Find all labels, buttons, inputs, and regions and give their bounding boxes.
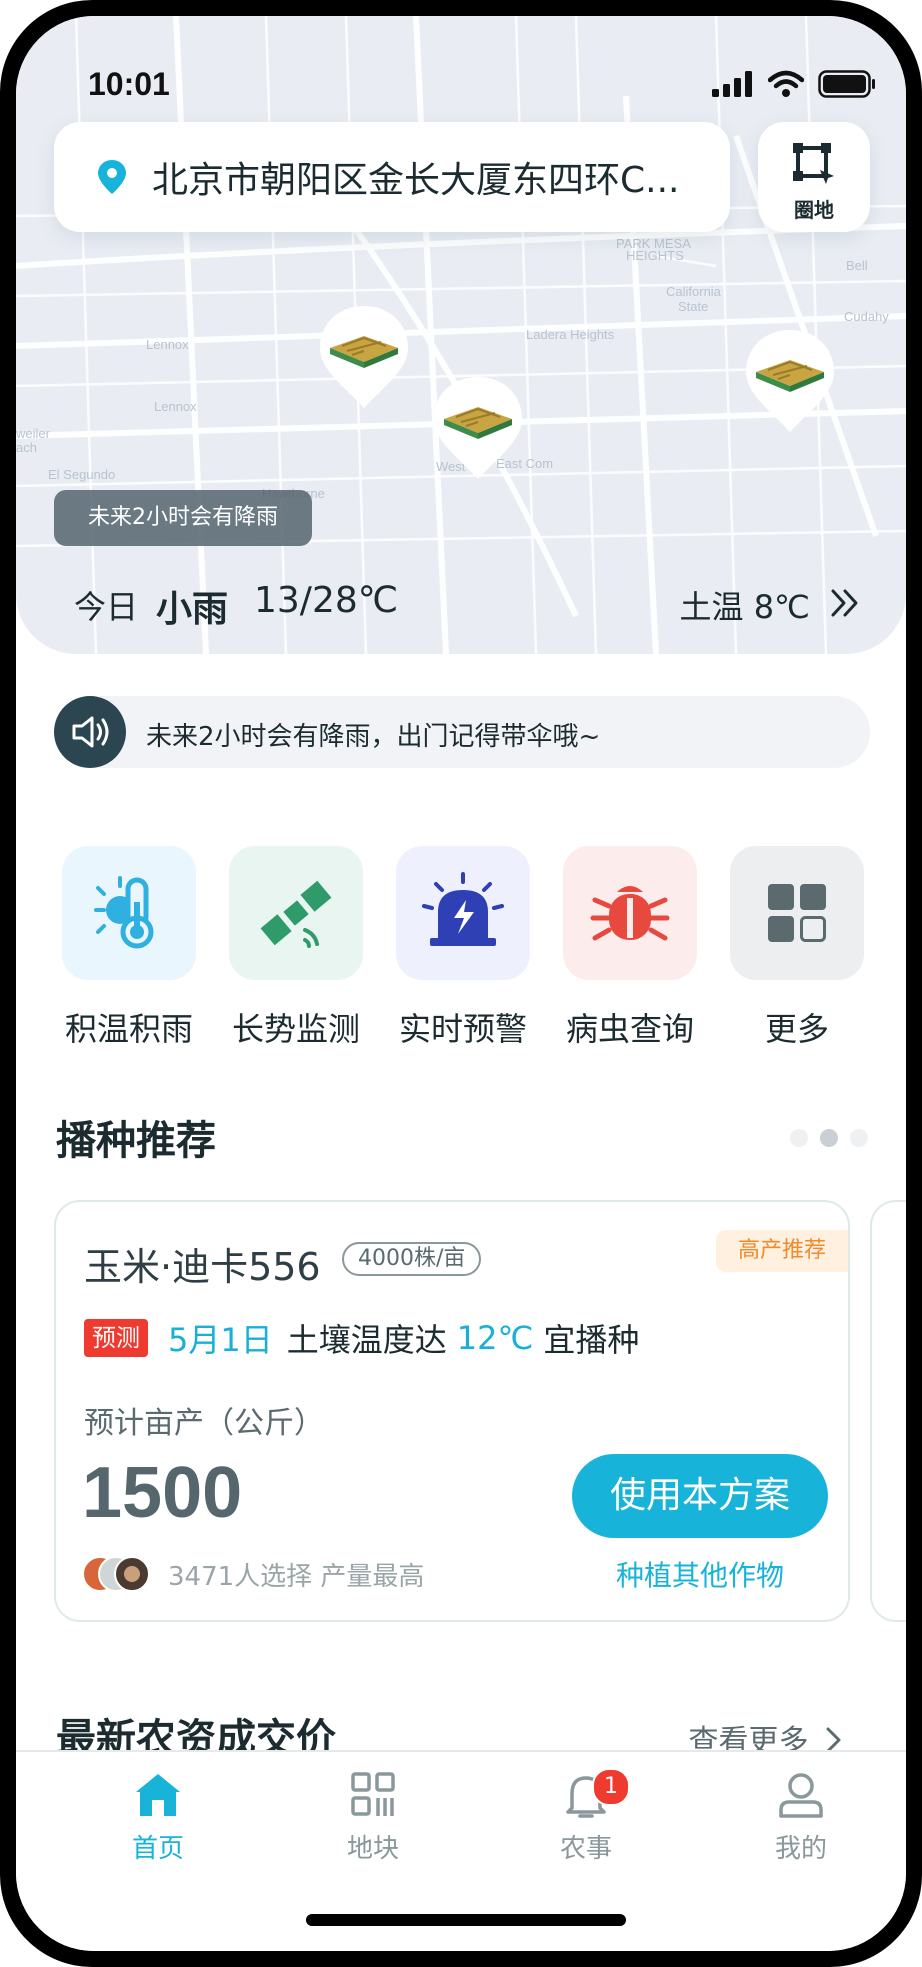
svg-text:HEIGHTS: HEIGHTS	[626, 248, 684, 263]
phone-frame: Lennox Lennox Ladera Heights California …	[0, 0, 922, 1967]
svg-text:ach: ach	[16, 440, 37, 455]
plots-icon	[351, 1772, 395, 1816]
sowing-date: 5月1日	[168, 1321, 273, 1359]
tab-profile[interactable]: 我的	[741, 1770, 861, 1865]
weather-condition: 小雨	[156, 589, 229, 630]
battery-icon	[818, 70, 875, 98]
notice-bar[interactable]: 未来2小时会有降雨，出门记得带伞哦~	[54, 696, 870, 768]
svg-text:Ladera Heights: Ladera Heights	[526, 327, 615, 342]
draw-field-button[interactable]: 圈地	[758, 122, 870, 232]
tool-more[interactable]: 更多	[730, 846, 864, 1050]
weather-summary[interactable]: 今日 小雨 13/28℃ 土温 8℃	[16, 576, 906, 636]
speaker-icon	[54, 696, 126, 768]
tool-pest-query[interactable]: 病虫查询	[563, 846, 697, 1050]
location-address: 北京市朝阳区金长大厦东四环C...	[152, 160, 680, 201]
weather-temperature: 13/28℃	[254, 580, 399, 621]
tab-home[interactable]: 首页	[98, 1770, 218, 1865]
yield-label: 预计亩产（公斤）	[84, 1406, 324, 1441]
draw-area-icon	[793, 143, 834, 184]
draw-field-label: 圈地	[794, 198, 834, 222]
svg-text:El Segundo: El Segundo	[48, 467, 115, 482]
prediction-tag: 预测	[84, 1319, 148, 1357]
signal-icon	[712, 71, 752, 97]
next-recommendation-card-peek[interactable]	[870, 1200, 906, 1622]
status-bar: 10:01	[16, 16, 906, 126]
wifi-icon	[768, 70, 804, 97]
home-icon	[136, 1774, 180, 1816]
tab-plots[interactable]: 地块	[313, 1770, 433, 1865]
svg-text:weiler: weiler	[16, 426, 51, 441]
svg-text:Lennox: Lennox	[154, 399, 197, 414]
field-marker-icon	[746, 330, 834, 432]
satellite-icon	[229, 846, 363, 980]
crop-variety: 玉米·迪卡556	[84, 1245, 321, 1289]
tool-label: 积温积雨	[64, 1010, 193, 1048]
field-marker-icon	[434, 377, 522, 479]
soil-temperature: 土温 8℃	[679, 588, 810, 626]
sowing-section-title: 播种推荐	[56, 1118, 216, 1164]
sowing-advice: 宜播种	[543, 1321, 640, 1359]
svg-text:Cudahy: Cudahy	[844, 309, 889, 324]
tab-label: 我的	[774, 1834, 827, 1864]
profile-icon	[779, 1773, 823, 1818]
tool-accumulated-temp-rain[interactable]: 积温积雨	[62, 846, 196, 1050]
alarm-siren-icon	[396, 846, 530, 980]
svg-text:California: California	[666, 284, 722, 299]
tool-growth-monitoring[interactable]: 长势监测	[229, 846, 363, 1050]
tab-label: 地块	[346, 1834, 399, 1864]
tool-realtime-alert[interactable]: 实时预警	[396, 846, 530, 1050]
yield-value: 1500	[82, 1453, 243, 1533]
page-dot[interactable]	[790, 1129, 808, 1147]
sowing-prediction: 预测 5月1日 土壤温度达 12℃ 宜播种	[84, 1318, 640, 1359]
tab-label: 农事	[559, 1834, 612, 1864]
field-marker-icon	[320, 306, 408, 408]
status-time: 10:01	[88, 66, 170, 102]
grid-more-icon	[730, 846, 864, 980]
field-marker[interactable]	[316, 302, 412, 412]
page-dot-active[interactable]	[820, 1129, 838, 1147]
sowing-recommendation-card[interactable]: 玉米·迪卡556 4000株/亩 高产推荐 预测 5月1日 土壤温度达 12℃ …	[54, 1200, 850, 1622]
double-chevron-right-icon[interactable]	[828, 586, 862, 620]
soil-temperature-target: 12℃	[456, 1319, 534, 1357]
map-view[interactable]: Lennox Lennox Ladera Heights California …	[16, 16, 906, 654]
status-icons	[712, 70, 876, 98]
bug-icon	[563, 846, 697, 980]
soil-condition-text: 土壤温度达	[286, 1321, 447, 1359]
location-search-bar[interactable]: 北京市朝阳区金长大厦东四环C...	[54, 122, 730, 232]
page-dot[interactable]	[850, 1129, 868, 1147]
selection-count: 3471人选择 产量最高	[168, 1562, 425, 1592]
tab-label: 首页	[131, 1834, 184, 1864]
svg-text:State: State	[678, 299, 708, 314]
home-indicator[interactable]	[306, 1914, 626, 1926]
use-plan-button[interactable]: 使用本方案	[572, 1454, 828, 1538]
rain-forecast-tip: 未来2小时会有降雨	[54, 490, 312, 546]
tool-label: 长势监测	[231, 1010, 360, 1048]
location-pin-icon	[98, 160, 126, 194]
weather-day: 今日	[74, 588, 139, 626]
notification-badge: 1	[592, 1768, 630, 1806]
field-marker[interactable]	[742, 326, 838, 436]
tool-label: 病虫查询	[565, 1010, 694, 1048]
tool-label: 更多	[764, 1010, 829, 1048]
carousel-pagination[interactable]	[790, 1129, 868, 1147]
field-marker[interactable]	[430, 373, 526, 483]
tab-farm-work[interactable]: 1 农事	[526, 1768, 646, 1865]
notice-text: 未来2小时会有降雨，出门记得带伞哦~	[146, 722, 601, 752]
svg-text:Bell: Bell	[846, 258, 868, 273]
high-yield-tag: 高产推荐	[716, 1230, 848, 1272]
user-avatars	[82, 1554, 162, 1594]
plant-other-crops-link[interactable]: 种植其他作物	[572, 1554, 828, 1594]
svg-text:Lennox: Lennox	[146, 337, 189, 352]
screen: Lennox Lennox Ladera Heights California …	[16, 16, 906, 1951]
planting-density-badge: 4000株/亩	[342, 1242, 482, 1276]
tool-label: 实时预警	[398, 1010, 527, 1048]
temperature-rain-icon	[62, 846, 196, 980]
